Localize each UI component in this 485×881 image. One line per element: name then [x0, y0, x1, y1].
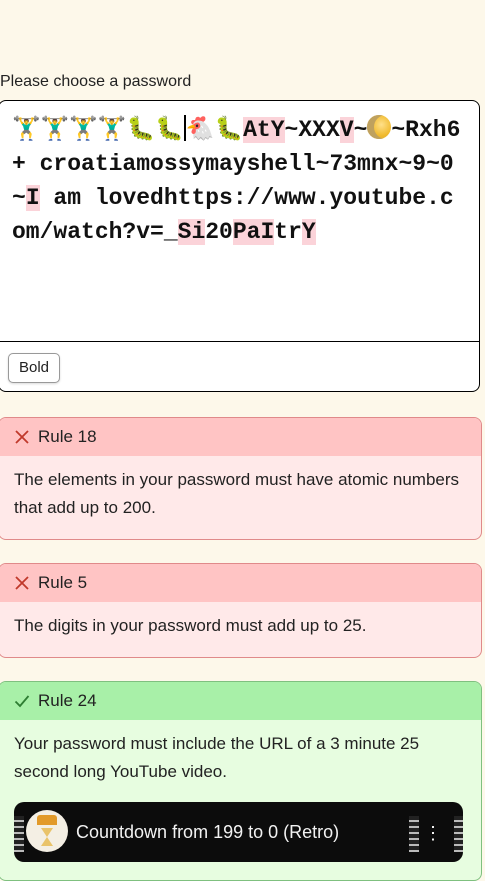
password-segment: tr	[274, 219, 302, 245]
password-segment: 🐔🐛	[185, 117, 244, 143]
rule-5-header: Rule 5	[0, 564, 481, 602]
password-highlight: PaI	[232, 219, 275, 245]
rule-5-card: Rule 5 The digits in your password must …	[0, 563, 482, 658]
video-title[interactable]: Countdown from 199 to 0 (Retro)	[76, 822, 339, 843]
password-segment: 20	[205, 219, 233, 245]
moon-icon	[367, 115, 392, 139]
rule-18-title: Rule 18	[38, 427, 97, 446]
password-input[interactable]: 🏋️‍♂️🏋️‍♂️🏋️‍♂️🏋️‍♂️🐛🐛🐔🐛AtY~XXXV~ ~Rxh6+ …	[12, 113, 462, 249]
cross-icon	[15, 430, 29, 444]
rule-5-title: Rule 5	[38, 573, 88, 592]
bold-button[interactable]: Bold	[8, 353, 61, 383]
password-highlight: V	[339, 117, 354, 143]
password-label: Please choose a password	[0, 73, 192, 90]
check-icon	[14, 695, 30, 708]
password-highlight: Si	[177, 219, 206, 245]
rule-24-header: Rule 24	[0, 682, 481, 720]
rule-24-text: Your password must include the URL of a …	[14, 734, 420, 781]
rule-5-text: The digits in your password must add up …	[14, 616, 367, 635]
password-highlight: Y	[301, 219, 316, 245]
youtube-video-embed[interactable]: Countdown from 199 to 0 (Retro) ⋮	[14, 802, 463, 862]
password-segment: 🏋️‍♂️🏋️‍♂️🏋️‍♂️🏋️‍♂️🐛🐛	[12, 117, 184, 143]
editor-divider	[0, 341, 479, 342]
password-segment: ~	[353, 117, 368, 143]
password-highlight: AtY	[243, 117, 285, 143]
hourglass-sand	[41, 828, 53, 846]
password-segment: ~XXX	[284, 117, 340, 143]
password-editor[interactable]: 🏋️‍♂️🏋️‍♂️🏋️‍♂️🏋️‍♂️🐛🐛🐔🐛AtY~XXXV~ ~Rxh6+ …	[0, 100, 480, 392]
password-highlight: I	[25, 185, 40, 211]
channel-avatar[interactable]	[26, 810, 68, 852]
more-vert-icon[interactable]: ⋮	[422, 820, 444, 846]
rule-18-text: The elements in your password must have …	[14, 470, 460, 517]
cross-icon	[15, 576, 29, 590]
rule-18-header: Rule 18	[0, 418, 481, 456]
hourglass-icon	[37, 815, 57, 825]
rule-18-card: Rule 18 The elements in your password mu…	[0, 417, 482, 540]
rule-24-card: Rule 24 Your password must include the U…	[0, 681, 482, 881]
rule-24-title: Rule 24	[38, 691, 97, 710]
